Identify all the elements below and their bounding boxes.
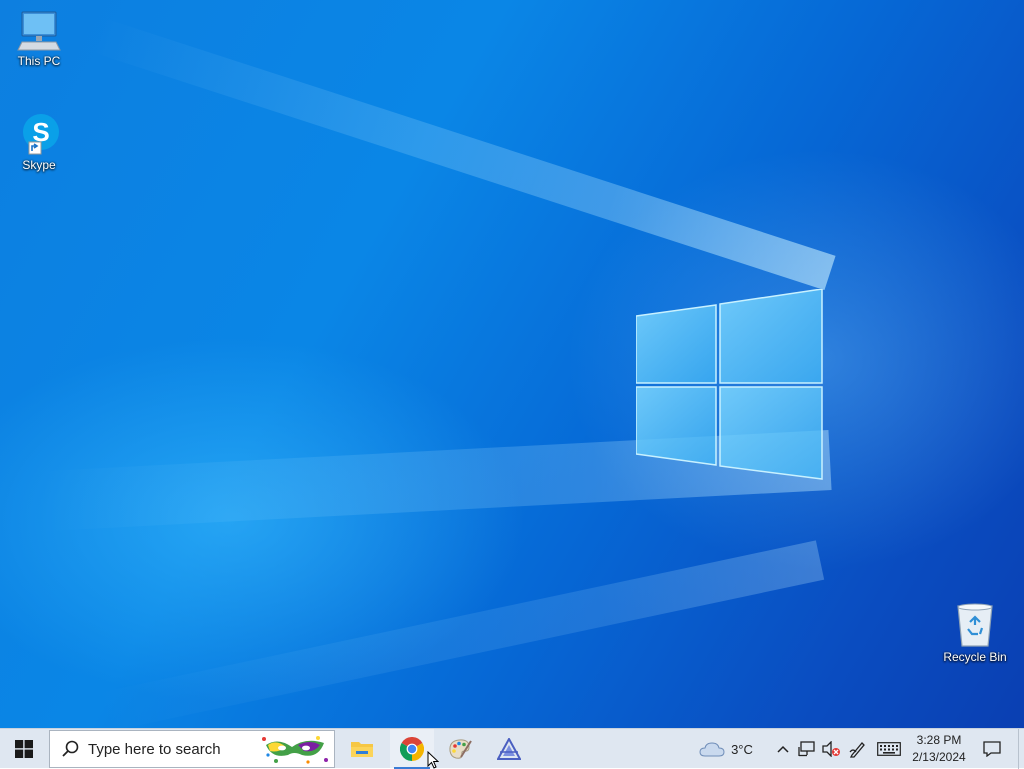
touch-keyboard-button[interactable] [877,729,901,769]
chrome-icon [400,737,424,761]
mouse-cursor-icon [427,751,439,769]
desktop-icon-skype[interactable]: S Skype [1,112,77,172]
weather-temperature: 3°C [731,741,753,757]
volume-muted-icon [822,741,840,757]
taskbar-paint[interactable] [438,729,482,769]
volume-button[interactable] [819,729,843,769]
notification-icon [983,741,1001,757]
windows-wallpaper-logo [636,289,823,480]
search-box[interactable]: Type here to search [49,730,335,768]
pen-workspace-button[interactable] [846,729,870,769]
desktop-icon-label: This PC [17,54,61,68]
pen-icon [849,742,865,758]
keyboard-icon [877,742,901,756]
search-placeholder: Type here to search [88,740,221,758]
folder-icon [351,742,373,757]
weather-widget[interactable]: 3°C [694,729,758,769]
light-beam [92,17,836,291]
computer-icon [17,11,61,51]
paint-palette-icon [449,739,472,759]
network-icon [798,741,815,757]
search-highlight-mask-icon [262,736,328,764]
light-beam [92,540,825,728]
action-center-button[interactable] [980,729,1004,769]
taskbar-clock[interactable]: 3:28 PM 2/13/2024 [906,729,972,769]
desktop-icon-label: Skype [22,158,56,172]
desktop[interactable]: This PC S Skype Recycle Bin [0,0,1024,728]
show-hidden-icons-button[interactable] [771,729,795,769]
clock-time: 3:28 PM [916,733,962,747]
network-status-button[interactable] [795,729,819,769]
windows-logo-icon [15,740,33,758]
cloud-icon [699,742,725,757]
start-button[interactable] [0,729,48,769]
taskbar-app[interactable] [487,729,531,769]
clock-date: 2/13/2024 [912,750,966,764]
triangle-app-icon [497,738,521,760]
show-desktop-button[interactable] [1018,729,1024,769]
desktop-icon-label: Recycle Bin [943,650,1007,664]
desktop-icon-recycle-bin[interactable]: Recycle Bin [937,602,1013,664]
chevron-up-icon [777,745,789,753]
search-icon [62,740,79,757]
skype-icon: S [23,114,59,155]
desktop-icon-this-pc[interactable]: This PC [1,10,77,68]
recycle-bin-icon [957,603,993,647]
taskbar: Type here to search 3°C 3:28 PM 2/13/202… [0,728,1024,769]
taskbar-file-explorer[interactable] [340,729,384,769]
